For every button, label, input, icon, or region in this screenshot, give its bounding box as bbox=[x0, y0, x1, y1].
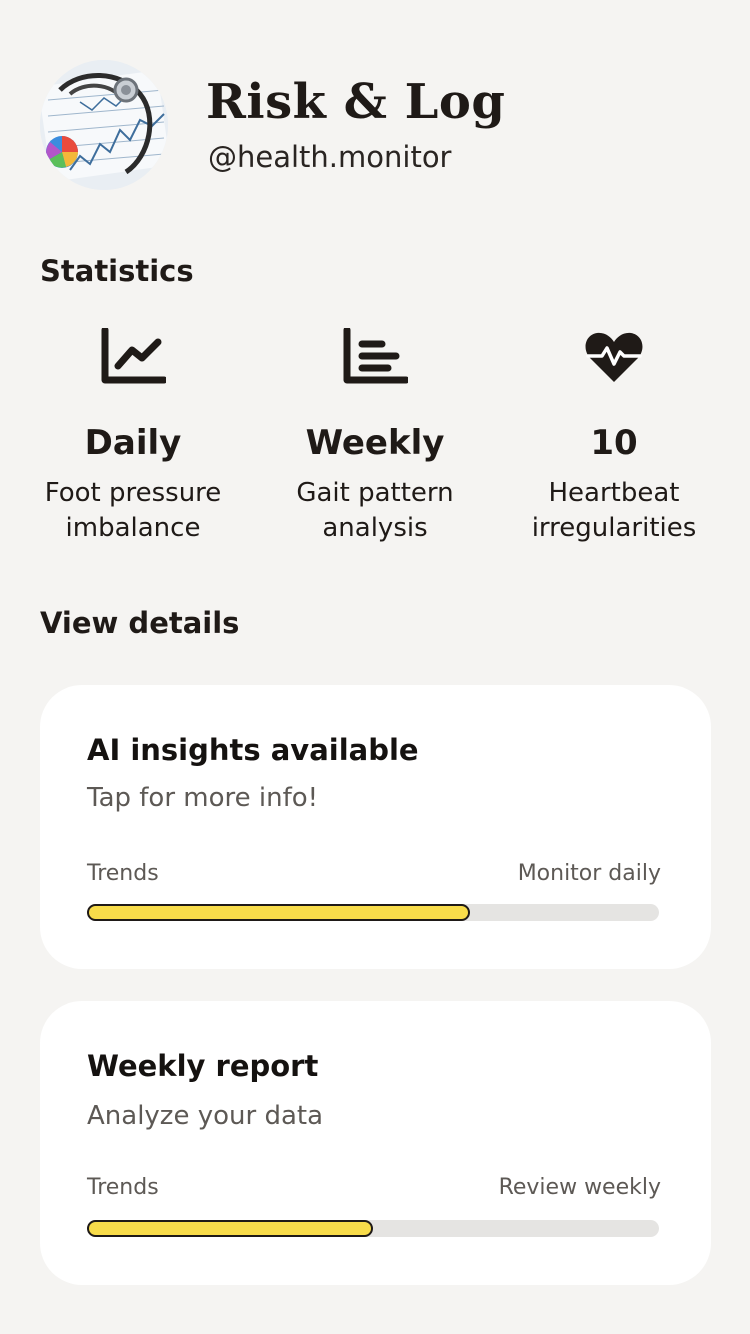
stat-weekly[interactable]: Weekly Gait pattern analysis bbox=[260, 322, 490, 546]
stat-description-line: Heartbeat bbox=[548, 478, 680, 508]
stat-description-line: analysis bbox=[322, 513, 428, 543]
card-title: AI insights available bbox=[87, 733, 419, 767]
card-subtitle: Tap for more info! bbox=[87, 783, 319, 813]
progress-label-left: Trends bbox=[87, 861, 159, 886]
stat-daily[interactable]: Daily Foot pressure imbalance bbox=[18, 322, 248, 546]
progress-label-left: Trends bbox=[87, 1175, 159, 1200]
progress-label-right: Review weekly bbox=[498, 1175, 661, 1200]
progress-track bbox=[87, 1220, 659, 1237]
stat-value: Weekly bbox=[305, 423, 445, 463]
stat-description-line: irregularities bbox=[531, 513, 697, 543]
medical-chart-stethoscope-image bbox=[40, 60, 168, 190]
stat-value: 10 bbox=[590, 423, 638, 463]
bar-list-chart-icon bbox=[343, 328, 408, 384]
stat-value: Daily bbox=[84, 423, 182, 463]
statistics-heading: Statistics bbox=[40, 254, 194, 288]
progress-fill bbox=[87, 1220, 373, 1237]
stat-description-line: imbalance bbox=[65, 513, 201, 543]
stat-description: Heartbeat irregularities bbox=[499, 476, 729, 546]
stat-description: Foot pressure imbalance bbox=[18, 476, 248, 546]
stat-description-line: Foot pressure bbox=[44, 478, 222, 508]
stat-heartbeat[interactable]: 10 Heartbeat irregularities bbox=[499, 322, 729, 546]
progress-fill bbox=[87, 904, 471, 921]
profile-screen: Risk & Log @health.monitor Statistics Da… bbox=[0, 0, 750, 1334]
ai-insights-card[interactable]: AI insights available Tap for more info!… bbox=[40, 685, 711, 969]
stat-description-line: Gait pattern bbox=[296, 478, 454, 508]
avatar[interactable] bbox=[40, 60, 168, 190]
view-details-heading: View details bbox=[40, 606, 240, 640]
weekly-report-card[interactable]: Weekly report Analyze your data Trends R… bbox=[40, 1001, 711, 1285]
card-title: Weekly report bbox=[87, 1049, 319, 1083]
user-handle: @health.monitor bbox=[208, 140, 452, 174]
progress-track bbox=[87, 904, 659, 921]
app-title: Risk & Log bbox=[206, 74, 506, 130]
progress-label-right: Monitor daily bbox=[517, 861, 661, 886]
line-chart-icon bbox=[101, 328, 166, 384]
heartbeat-icon bbox=[585, 332, 643, 382]
card-subtitle: Analyze your data bbox=[87, 1101, 324, 1131]
stat-description: Gait pattern analysis bbox=[260, 476, 490, 546]
